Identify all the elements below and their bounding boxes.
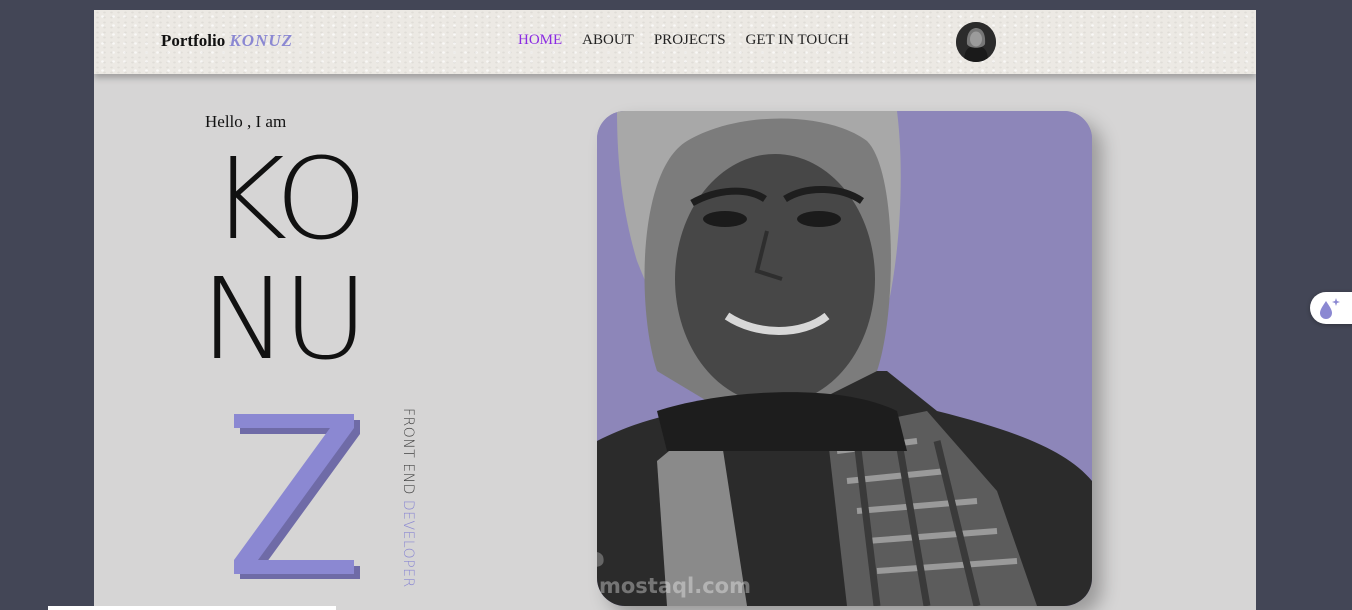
brand-text: Portfolio bbox=[161, 31, 226, 50]
hero-role: FRONT END DEVELOPER bbox=[400, 408, 416, 588]
watermark-arabic: مستقل bbox=[597, 523, 607, 577]
nav-link-about[interactable]: ABOUT bbox=[582, 32, 634, 49]
sparkle-droplet-icon bbox=[1320, 298, 1340, 319]
navbar: Portfolio KONUZ HOME ABOUT PROJECTS GET … bbox=[94, 10, 1256, 74]
avatar[interactable] bbox=[956, 22, 996, 62]
bottom-scroll-strip bbox=[48, 606, 336, 610]
hero-name-line-2: NU bbox=[200, 253, 369, 385]
profile-photo-card: مستقل mostaql.com bbox=[597, 111, 1092, 606]
avatar-photo bbox=[956, 22, 996, 62]
nav-link-home[interactable]: HOME bbox=[518, 32, 562, 49]
brand-accent: KONUZ bbox=[229, 31, 294, 50]
profile-photo: مستقل mostaql.com bbox=[597, 111, 1092, 606]
brand-logo[interactable]: Portfolio KONUZ bbox=[161, 31, 293, 51]
hero-role-part-2: DEVELOPER bbox=[400, 499, 416, 588]
portfolio-page: Portfolio KONUZ HOME ABOUT PROJECTS GET … bbox=[94, 10, 1256, 610]
hero-role-part-1: FRONT END bbox=[400, 408, 416, 495]
hero-name-z-text: Z bbox=[230, 414, 231, 415]
nav-link-get-in-touch[interactable]: GET IN TOUCH bbox=[746, 32, 849, 49]
nav-link-projects[interactable]: PROJECTS bbox=[654, 32, 726, 49]
browser-extension-button[interactable] bbox=[1310, 292, 1352, 324]
hero-name-line-1: KO bbox=[210, 133, 368, 265]
hero-greeting: Hello , I am bbox=[205, 112, 287, 131]
nav-links: HOME ABOUT PROJECTS GET IN TOUCH bbox=[518, 32, 869, 49]
hero-name-line-3: Z bbox=[230, 414, 360, 579]
watermark-latin: mostaql.com bbox=[599, 574, 751, 598]
